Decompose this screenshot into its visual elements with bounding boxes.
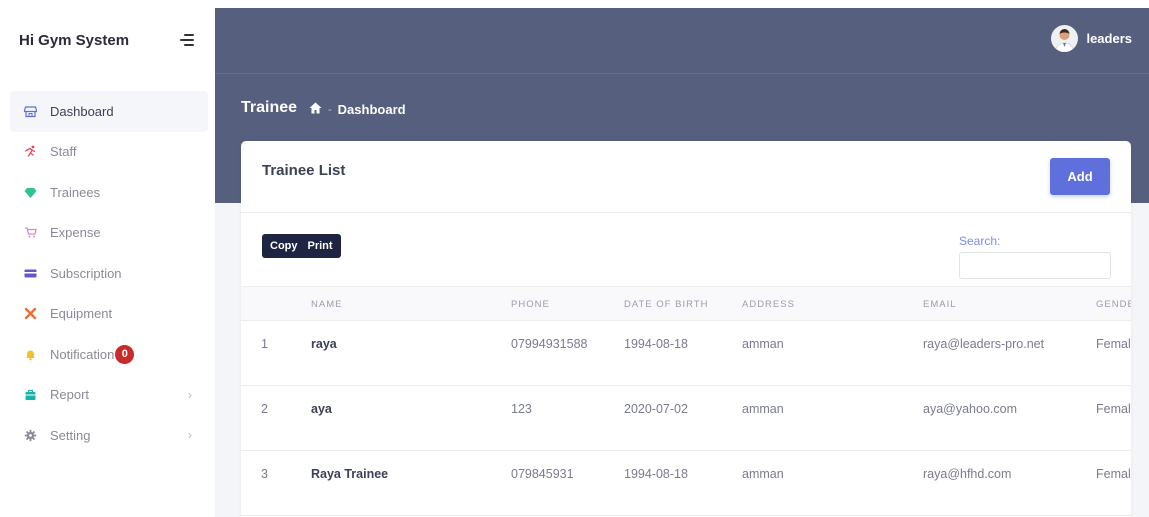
trainee-name: raya xyxy=(311,337,337,351)
trainee-phone: 123 xyxy=(511,402,532,416)
trainee-address: amman xyxy=(742,402,784,416)
column-header-name[interactable]: NAME xyxy=(311,299,342,310)
chevron-right-icon: › xyxy=(188,387,192,402)
sidebar-item-label: Equipment xyxy=(50,306,113,322)
trainee-gender: Female xyxy=(1096,467,1131,481)
menu-toggle-icon[interactable] xyxy=(180,34,194,46)
sidebar-item-report[interactable]: Report › xyxy=(10,375,208,416)
card-icon xyxy=(24,267,37,280)
sidebar-item-staff[interactable]: Staff xyxy=(10,132,208,173)
table-header: NAME PHONE DATE OF BIRTH ADDRESS EMAIL G… xyxy=(241,286,1131,321)
trainee-email: raya@leaders-pro.net xyxy=(923,337,1045,351)
column-header-email[interactable]: EMAIL xyxy=(923,299,957,310)
sidebar-item-label: Report xyxy=(50,387,90,403)
trainee-name: Raya Trainee xyxy=(311,467,389,481)
row-index: 2 xyxy=(261,402,268,416)
trainee-email: raya@hfhd.com xyxy=(923,467,1012,481)
column-header-address[interactable]: ADDRESS xyxy=(742,299,795,310)
column-header-phone[interactable]: PHONE xyxy=(511,299,550,310)
bell-icon xyxy=(24,348,37,361)
column-header-dob[interactable]: DATE OF BIRTH xyxy=(624,299,708,310)
table-row[interactable]: 2 aya 123 2020-07-02 amman aya@yahoo.com… xyxy=(241,386,1131,451)
sidebar-item-label: Subscription xyxy=(50,265,122,281)
row-index: 1 xyxy=(261,337,268,351)
sidebar: Hi Gym System Dashboard Staff Trainees E… xyxy=(0,0,215,517)
header-divider xyxy=(215,73,1149,74)
trainee-address: amman xyxy=(742,467,784,481)
sidebar-item-label: Trainees xyxy=(50,184,101,200)
search-label: Search: xyxy=(959,234,1001,248)
username: leaders xyxy=(1086,31,1132,46)
user-menu[interactable]: leaders xyxy=(1051,25,1132,52)
sidebar-item-label: Staff xyxy=(50,144,77,160)
avatar xyxy=(1051,25,1079,52)
trainee-address: amman xyxy=(742,337,784,351)
cart-icon xyxy=(24,226,37,239)
column-header-gender[interactable]: GENDE xyxy=(1096,299,1131,310)
sidebar-item-label: Notification xyxy=(50,346,115,362)
breadcrumb-separator: - xyxy=(328,103,332,116)
trainee-name: aya xyxy=(311,402,332,416)
sidebar-item-subscription[interactable]: Subscription xyxy=(10,253,208,294)
trainee-dob: 1994-08-18 xyxy=(624,337,688,351)
add-button[interactable]: Add xyxy=(1050,158,1110,195)
store-icon xyxy=(24,105,37,118)
sidebar-item-label: Expense xyxy=(50,225,101,241)
card-title: Trainee List xyxy=(262,162,346,179)
bag-icon xyxy=(24,388,37,401)
card-header: Trainee List Add xyxy=(241,141,1131,213)
trainee-dob: 2020-07-02 xyxy=(624,402,688,416)
sidebar-item-label: Dashboard xyxy=(50,103,114,119)
sidebar-item-expense[interactable]: Expense xyxy=(10,213,208,254)
chevron-right-icon: › xyxy=(188,428,192,443)
notification-count-badge: 0 xyxy=(115,344,135,364)
breadcrumb-item[interactable]: Dashboard xyxy=(338,102,406,117)
trainee-dob: 1994-08-18 xyxy=(624,467,688,481)
table-row[interactable]: 1 raya 07994931588 1994-08-18 amman raya… xyxy=(241,321,1131,386)
trainee-phone: 079845931 xyxy=(511,467,574,481)
sidebar-item-notification[interactable]: Notification 0 xyxy=(10,334,208,375)
main-content: leaders Trainee - Dashboard Trainee List… xyxy=(215,8,1149,517)
trainee-email: aya@yahoo.com xyxy=(923,402,1017,416)
trainee-gender: Female xyxy=(1096,402,1131,416)
copy-button[interactable]: Copy xyxy=(270,240,298,252)
trainee-gender: Female xyxy=(1096,337,1131,351)
sidebar-item-dashboard[interactable]: Dashboard xyxy=(10,91,208,132)
running-icon xyxy=(24,145,37,158)
row-index: 3 xyxy=(261,467,268,481)
home-icon[interactable] xyxy=(309,102,322,117)
page-title: Trainee xyxy=(241,99,298,116)
sidebar-item-equipment[interactable]: Equipment xyxy=(10,294,208,335)
app-title: Hi Gym System xyxy=(19,32,130,49)
trainee-list-card: Trainee List Add Copy Print Search: NAME… xyxy=(241,141,1131,517)
tools-icon xyxy=(24,307,37,320)
breadcrumb: - Dashboard xyxy=(309,102,406,117)
table-row[interactable]: 3 Raya Trainee 079845931 1994-08-18 amma… xyxy=(241,451,1131,516)
export-buttons: Copy Print xyxy=(262,234,341,258)
diamond-icon xyxy=(24,186,37,199)
print-button[interactable]: Print xyxy=(308,240,333,252)
sidebar-item-setting[interactable]: Setting › xyxy=(10,415,208,456)
search-input[interactable] xyxy=(959,252,1111,279)
sidebar-item-trainees[interactable]: Trainees xyxy=(10,172,208,213)
trainee-phone: 07994931588 xyxy=(511,337,588,351)
gear-icon xyxy=(24,429,37,442)
sidebar-nav: Dashboard Staff Trainees Expense Subscri… xyxy=(10,91,208,456)
sidebar-item-label: Setting xyxy=(50,427,91,443)
